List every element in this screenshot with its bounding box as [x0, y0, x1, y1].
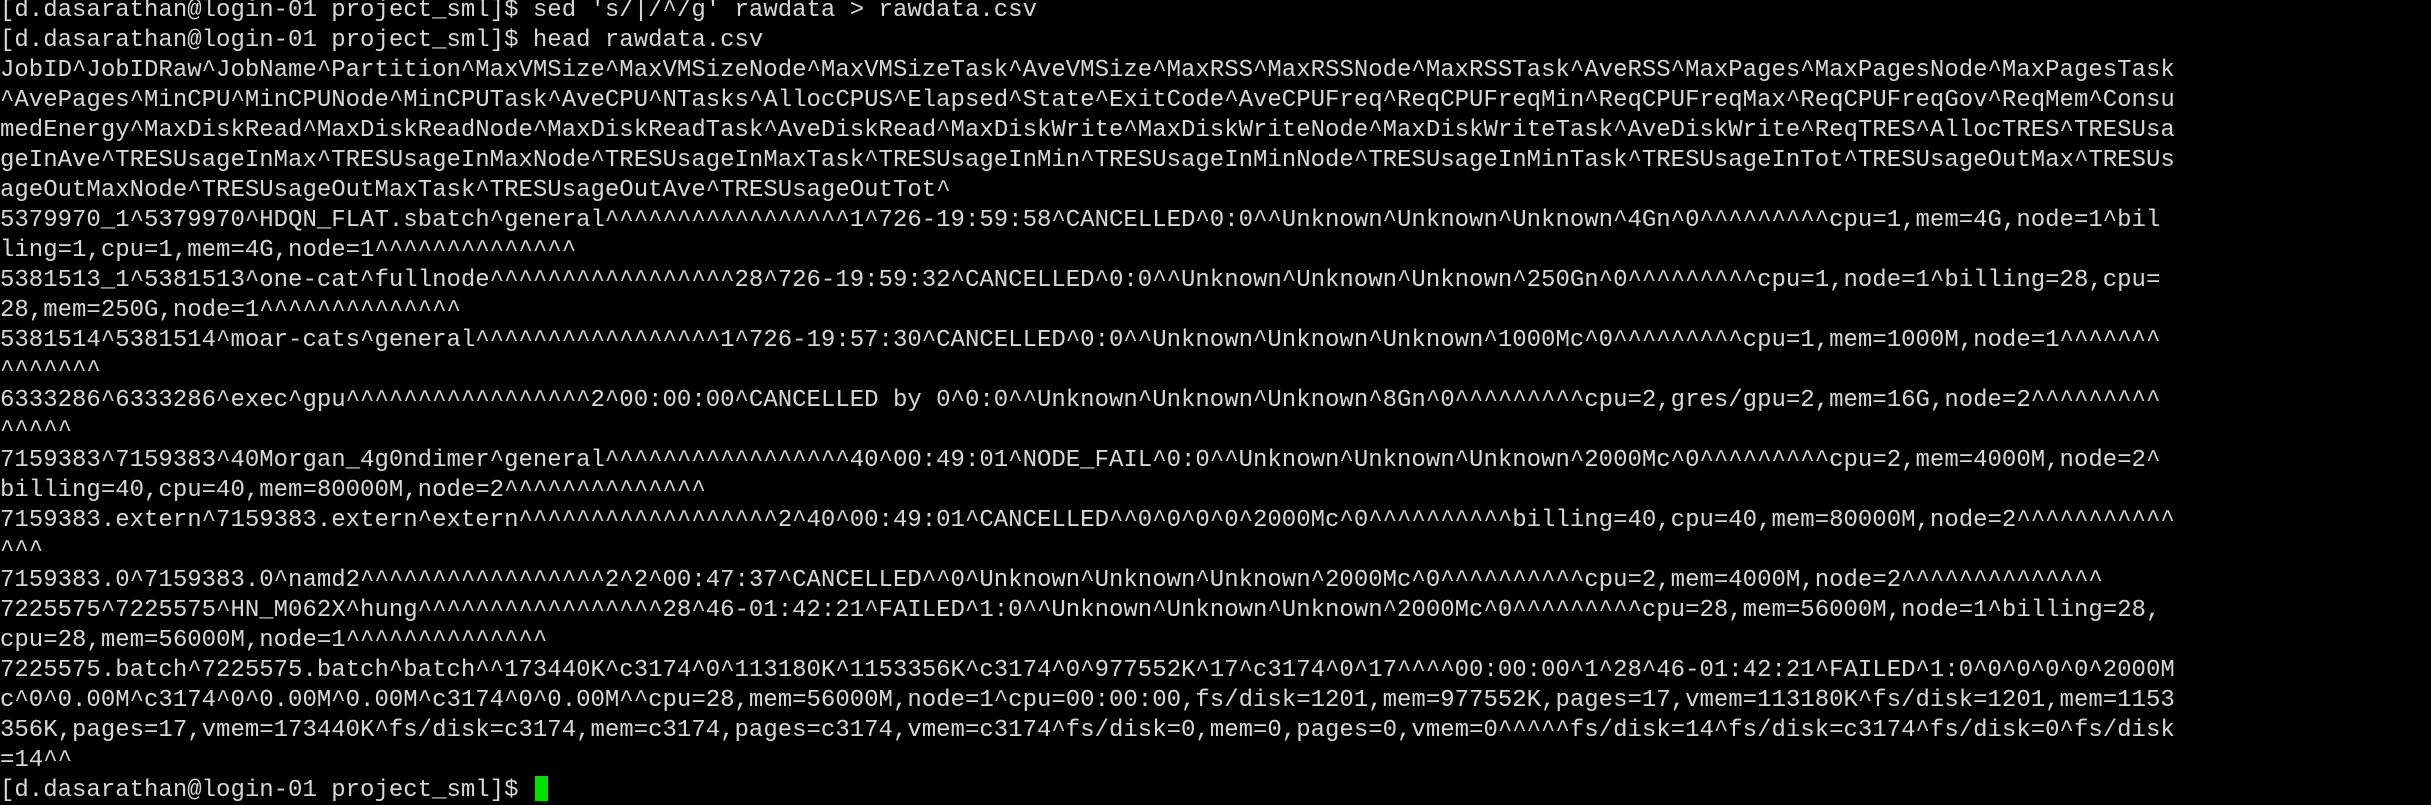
terminal-line: [d.dasarathan@login-01 project_sml]$ sed…	[0, 0, 1037, 24]
terminal-line: 5381513_1^5381513^one-cat^fullnode^^^^^^…	[0, 267, 2161, 294]
terminal-line: 5379970_1^5379970^HDQN_FLAT.sbatch^gener…	[0, 207, 2161, 234]
terminal-line: 356K,pages=17,vmem=173440K^fs/disk=c3174…	[0, 717, 2175, 744]
terminal-line: 7159383.extern^7159383.extern^extern^^^^…	[0, 507, 2175, 534]
terminal-line: 6333286^6333286^exec^gpu^^^^^^^^^^^^^^^^…	[0, 387, 2161, 414]
terminal-line: ageOutMaxNode^TRESUsageOutMaxTask^TRESUs…	[0, 177, 951, 204]
terminal-line: ^^^^^^^	[0, 357, 101, 384]
terminal-line: geInAve^TRESUsageInMax^TRESUsageInMaxNod…	[0, 147, 2175, 174]
terminal-line: 7225575^7225575^HN_M062X^hung^^^^^^^^^^^…	[0, 597, 2161, 624]
terminal-prompt: [d.dasarathan@login-01 project_sml]$	[0, 777, 533, 804]
terminal-line: [d.dasarathan@login-01 project_sml]$ hea…	[0, 27, 764, 54]
terminal-line: 7159383.0^7159383.0^namd2^^^^^^^^^^^^^^^…	[0, 567, 2103, 594]
terminal-line: 5381514^5381514^moar-cats^general^^^^^^^…	[0, 327, 2161, 354]
terminal-window[interactable]: [d.dasarathan@login-01 project_sml]$ sed…	[0, 0, 2431, 805]
terminal-line: ^AvePages^MinCPU^MinCPUNode^MinCPUTask^A…	[0, 87, 2175, 114]
terminal-line: medEnergy^MaxDiskRead^MaxDiskReadNode^Ma…	[0, 117, 2175, 144]
terminal-line: =14^^	[0, 747, 73, 774]
terminal-line: c^0^0.00M^c3174^0^0.00M^0.00M^c3174^0^0.…	[0, 687, 2175, 714]
terminal-line: billing=40,cpu=40,mem=80000M,node=2^^^^^…	[0, 477, 706, 504]
terminal-line: cpu=28,mem=56000M,node=1^^^^^^^^^^^^^^	[0, 627, 548, 654]
terminal-line: ^^^	[0, 537, 44, 564]
terminal-line: ling=1,cpu=1,mem=4G,node=1^^^^^^^^^^^^^^	[0, 237, 577, 264]
terminal-line: 28,mem=250G,node=1^^^^^^^^^^^^^^	[0, 297, 461, 324]
text-cursor	[534, 776, 548, 801]
terminal-line: 7159383^7159383^40Morgan_4g0ndimer^gener…	[0, 447, 2161, 474]
terminal-line: 7225575.batch^7225575.batch^batch^^17344…	[0, 657, 2175, 684]
terminal-line: ^^^^^	[0, 417, 73, 444]
terminal-line: JobID^JobIDRaw^JobName^Partition^MaxVMSi…	[0, 57, 2175, 84]
terminal-prompt-line[interactable]: [d.dasarathan@login-01 project_sml]$	[0, 776, 2431, 805]
